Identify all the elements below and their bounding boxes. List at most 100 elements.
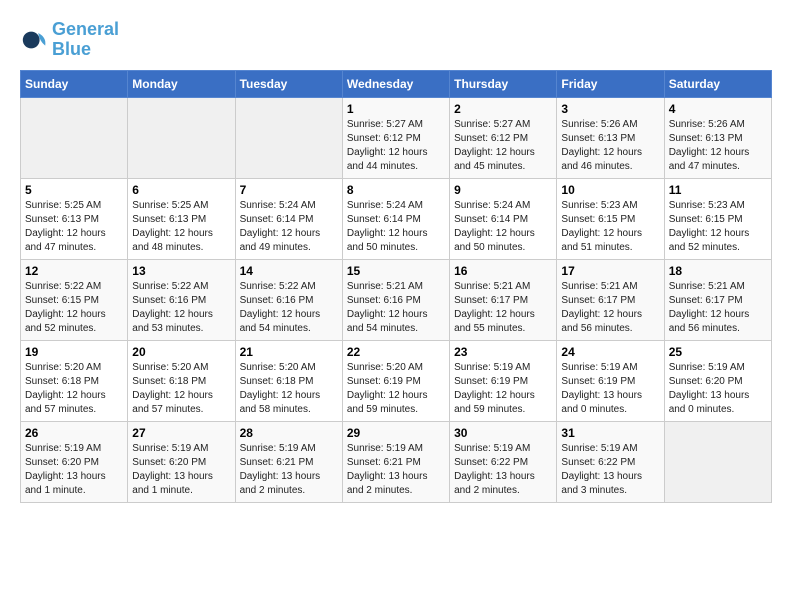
day-number: 1	[347, 102, 445, 116]
day-info: Sunrise: 5:20 AM Sunset: 6:18 PM Dayligh…	[132, 361, 230, 417]
day-number: 10	[561, 183, 659, 197]
day-info: Sunrise: 5:20 AM Sunset: 6:19 PM Dayligh…	[347, 361, 445, 417]
logo: GeneralBlue	[20, 20, 119, 60]
day-number: 2	[454, 102, 552, 116]
day-number: 7	[240, 183, 338, 197]
day-info: Sunrise: 5:27 AM Sunset: 6:12 PM Dayligh…	[347, 118, 445, 174]
calendar-week-row: 5 Sunrise: 5:25 AM Sunset: 6:13 PM Daylig…	[21, 178, 772, 259]
day-info: Sunrise: 5:24 AM Sunset: 6:14 PM Dayligh…	[454, 199, 552, 255]
calendar-cell: 25Sunrise: 5:19 AM Sunset: 6:20 PM Dayli…	[664, 340, 771, 421]
day-number: 5	[25, 183, 123, 197]
day-number: 18	[669, 264, 767, 278]
calendar-cell: 4 Sunrise: 5:26 AM Sunset: 6:13 PM Daylig…	[664, 97, 771, 178]
day-number: 17	[561, 264, 659, 278]
calendar-cell: 14 Sunrise: 5:22 AM Sunset: 6:16 PM Dayli…	[235, 259, 342, 340]
day-info: Sunrise: 5:25 AM Sunset: 6:13 PM Dayligh…	[25, 199, 123, 255]
calendar-cell: 5 Sunrise: 5:25 AM Sunset: 6:13 PM Daylig…	[21, 178, 128, 259]
day-info: Sunrise: 5:19 AM Sunset: 6:22 PM Dayligh…	[561, 442, 659, 498]
day-info: Sunrise: 5:19 AM Sunset: 6:19 PM Dayligh…	[561, 361, 659, 417]
calendar-cell: 16 Sunrise: 5:21 AM Sunset: 6:17 PM Dayli…	[450, 259, 557, 340]
day-number: 15	[347, 264, 445, 278]
day-number: 19	[25, 345, 123, 359]
calendar-cell: 30Sunrise: 5:19 AM Sunset: 6:22 PM Dayli…	[450, 421, 557, 502]
day-number: 8	[347, 183, 445, 197]
calendar-week-row: 12 Sunrise: 5:22 AM Sunset: 6:15 PM Dayli…	[21, 259, 772, 340]
day-number: 31	[561, 426, 659, 440]
day-number: 11	[669, 183, 767, 197]
calendar-cell: 1 Sunrise: 5:27 AM Sunset: 6:12 PM Daylig…	[342, 97, 449, 178]
weekday-header: Friday	[557, 70, 664, 97]
calendar-table: SundayMondayTuesdayWednesdayThursdayFrid…	[20, 70, 772, 503]
day-number: 20	[132, 345, 230, 359]
weekday-header: Saturday	[664, 70, 771, 97]
calendar-cell: 8 Sunrise: 5:24 AM Sunset: 6:14 PM Daylig…	[342, 178, 449, 259]
calendar-cell: 26 Sunrise: 5:19 AM Sunset: 6:20 PM Dayli…	[21, 421, 128, 502]
day-info: Sunrise: 5:22 AM Sunset: 6:16 PM Dayligh…	[240, 280, 338, 336]
day-info: Sunrise: 5:26 AM Sunset: 6:13 PM Dayligh…	[561, 118, 659, 174]
weekday-header: Wednesday	[342, 70, 449, 97]
calendar-cell: 28 Sunrise: 5:19 AM Sunset: 6:21 PM Dayli…	[235, 421, 342, 502]
calendar-cell: 13 Sunrise: 5:22 AM Sunset: 6:16 PM Dayli…	[128, 259, 235, 340]
calendar-body: 1 Sunrise: 5:27 AM Sunset: 6:12 PM Daylig…	[21, 97, 772, 502]
calendar-cell	[664, 421, 771, 502]
calendar-week-row: 26 Sunrise: 5:19 AM Sunset: 6:20 PM Dayli…	[21, 421, 772, 502]
day-info: Sunrise: 5:21 AM Sunset: 6:16 PM Dayligh…	[347, 280, 445, 336]
calendar-cell: 22 Sunrise: 5:20 AM Sunset: 6:19 PM Dayli…	[342, 340, 449, 421]
day-number: 14	[240, 264, 338, 278]
day-info: Sunrise: 5:19 AM Sunset: 6:21 PM Dayligh…	[240, 442, 338, 498]
calendar-cell: 15 Sunrise: 5:21 AM Sunset: 6:16 PM Dayli…	[342, 259, 449, 340]
calendar-cell: 9 Sunrise: 5:24 AM Sunset: 6:14 PM Daylig…	[450, 178, 557, 259]
day-info: Sunrise: 5:21 AM Sunset: 6:17 PM Dayligh…	[454, 280, 552, 336]
calendar-cell	[21, 97, 128, 178]
day-info: Sunrise: 5:25 AM Sunset: 6:13 PM Dayligh…	[132, 199, 230, 255]
day-info: Sunrise: 5:19 AM Sunset: 6:20 PM Dayligh…	[25, 442, 123, 498]
day-number: 24	[561, 345, 659, 359]
calendar-header: SundayMondayTuesdayWednesdayThursdayFrid…	[21, 70, 772, 97]
calendar-cell: 29Sunrise: 5:19 AM Sunset: 6:21 PM Dayli…	[342, 421, 449, 502]
day-number: 28	[240, 426, 338, 440]
day-number: 6	[132, 183, 230, 197]
day-info: Sunrise: 5:22 AM Sunset: 6:16 PM Dayligh…	[132, 280, 230, 336]
day-info: Sunrise: 5:24 AM Sunset: 6:14 PM Dayligh…	[240, 199, 338, 255]
day-number: 23	[454, 345, 552, 359]
logo-icon	[20, 26, 48, 54]
day-number: 22	[347, 345, 445, 359]
day-info: Sunrise: 5:21 AM Sunset: 6:17 PM Dayligh…	[561, 280, 659, 336]
day-info: Sunrise: 5:22 AM Sunset: 6:15 PM Dayligh…	[25, 280, 123, 336]
day-info: Sunrise: 5:20 AM Sunset: 6:18 PM Dayligh…	[25, 361, 123, 417]
logo-text: GeneralBlue	[52, 20, 119, 60]
weekday-header: Thursday	[450, 70, 557, 97]
calendar-cell: 19 Sunrise: 5:20 AM Sunset: 6:18 PM Dayli…	[21, 340, 128, 421]
day-info: Sunrise: 5:20 AM Sunset: 6:18 PM Dayligh…	[240, 361, 338, 417]
calendar-cell	[235, 97, 342, 178]
day-number: 25	[669, 345, 767, 359]
calendar-cell: 10Sunrise: 5:23 AM Sunset: 6:15 PM Dayli…	[557, 178, 664, 259]
day-number: 16	[454, 264, 552, 278]
day-info: Sunrise: 5:24 AM Sunset: 6:14 PM Dayligh…	[347, 199, 445, 255]
day-number: 27	[132, 426, 230, 440]
calendar-cell: 6 Sunrise: 5:25 AM Sunset: 6:13 PM Daylig…	[128, 178, 235, 259]
weekday-header: Sunday	[21, 70, 128, 97]
weekday-header: Monday	[128, 70, 235, 97]
calendar-week-row: 19 Sunrise: 5:20 AM Sunset: 6:18 PM Dayli…	[21, 340, 772, 421]
day-info: Sunrise: 5:26 AM Sunset: 6:13 PM Dayligh…	[669, 118, 767, 174]
weekday-header: Tuesday	[235, 70, 342, 97]
header-row: SundayMondayTuesdayWednesdayThursdayFrid…	[21, 70, 772, 97]
page-header: GeneralBlue	[20, 20, 772, 60]
day-number: 13	[132, 264, 230, 278]
day-number: 9	[454, 183, 552, 197]
calendar-cell	[128, 97, 235, 178]
calendar-cell: 18Sunrise: 5:21 AM Sunset: 6:17 PM Dayli…	[664, 259, 771, 340]
day-number: 29	[347, 426, 445, 440]
calendar-cell: 17 Sunrise: 5:21 AM Sunset: 6:17 PM Dayli…	[557, 259, 664, 340]
calendar-cell: 23Sunrise: 5:19 AM Sunset: 6:19 PM Dayli…	[450, 340, 557, 421]
day-number: 12	[25, 264, 123, 278]
day-number: 4	[669, 102, 767, 116]
day-info: Sunrise: 5:27 AM Sunset: 6:12 PM Dayligh…	[454, 118, 552, 174]
calendar-cell: 21 Sunrise: 5:20 AM Sunset: 6:18 PM Dayli…	[235, 340, 342, 421]
calendar-cell: 2 Sunrise: 5:27 AM Sunset: 6:12 PM Daylig…	[450, 97, 557, 178]
day-info: Sunrise: 5:19 AM Sunset: 6:20 PM Dayligh…	[132, 442, 230, 498]
calendar-cell: 7 Sunrise: 5:24 AM Sunset: 6:14 PM Daylig…	[235, 178, 342, 259]
day-number: 26	[25, 426, 123, 440]
day-number: 21	[240, 345, 338, 359]
